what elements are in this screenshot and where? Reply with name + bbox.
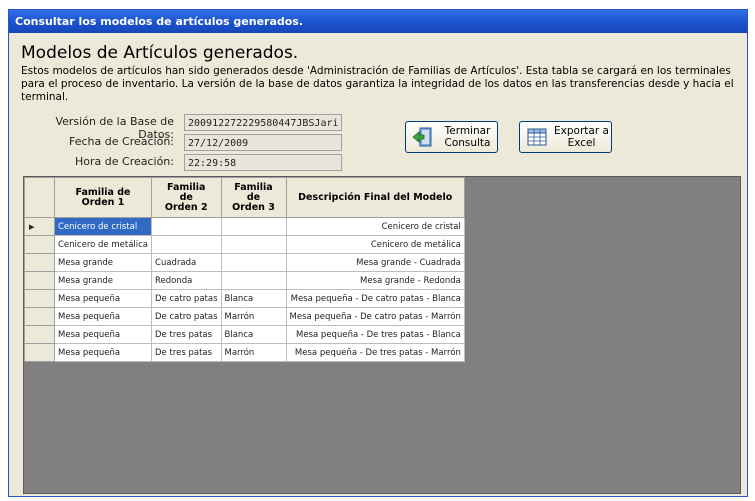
column-header-text: Orden 1 xyxy=(81,196,125,208)
window-titlebar[interactable]: Consultar los modelos de artículos gener… xyxy=(9,10,747,33)
table-cell[interactable]: Mesa pequeña xyxy=(53,325,153,344)
main-window: Consultar los modelos de artículos gener… xyxy=(8,9,748,497)
table-cell[interactable]: Blanca xyxy=(220,289,287,308)
row-header[interactable] xyxy=(24,307,55,326)
table-cell[interactable]: Cenicero de metálica xyxy=(285,235,465,254)
column-header-text: Familia de xyxy=(75,186,131,198)
table-cell[interactable]: Cenicero de metálica xyxy=(53,235,153,254)
exportar-label-line1: Exportar a xyxy=(554,125,609,137)
table-row[interactable]: Mesa grande Redonda Mesa grande - Redonda xyxy=(24,271,465,290)
row-header[interactable] xyxy=(24,271,55,290)
table-row[interactable]: ▶ Cenicero de cristal Cenicero de cristal xyxy=(24,217,465,236)
table-cell[interactable] xyxy=(151,235,222,254)
table-cell[interactable]: Mesa pequeña - De catro patas - Blanca xyxy=(285,289,465,308)
version-field[interactable]: 200912272229580447JBSJari xyxy=(184,114,342,131)
row-header[interactable] xyxy=(24,325,55,344)
exportar-excel-button[interactable]: Exportar a Excel xyxy=(519,121,612,153)
hora-label: Hora de Creación: xyxy=(75,155,174,168)
column-header-descripcion[interactable]: Descripción Final del Modelo xyxy=(285,177,465,218)
table-cell[interactable]: De tres patas xyxy=(151,343,222,362)
table-cell[interactable]: Cuadrada xyxy=(151,253,222,272)
table-cell[interactable]: De tres patas xyxy=(151,325,222,344)
row-header[interactable] xyxy=(24,235,55,254)
exportar-label-line2: Excel xyxy=(567,137,596,149)
table-cell[interactable]: Mesa pequeña - De catro patas - Marrón xyxy=(285,307,465,326)
table-cell[interactable]: Mesa grande xyxy=(53,253,153,272)
table-cell[interactable]: Mesa grande - Cuadrada xyxy=(285,253,465,272)
column-header-orden3[interactable]: Familia de Orden 3 xyxy=(220,177,287,218)
column-header-orden1[interactable]: Familia de Orden 1 xyxy=(53,177,153,218)
table-cell[interactable] xyxy=(220,217,287,236)
row-header[interactable] xyxy=(24,343,55,362)
table-row[interactable]: Cenicero de metálica Cenicero de metálica xyxy=(24,235,465,254)
fecha-label: Fecha de Creación: xyxy=(69,135,174,148)
row-header[interactable]: ▶ xyxy=(24,217,55,236)
table-cell[interactable]: Blanca xyxy=(220,325,287,344)
column-header-text: Orden 3 xyxy=(232,201,275,213)
table-cell[interactable]: Mesa grande - Redonda xyxy=(285,271,465,290)
current-row-indicator-icon: ▶ xyxy=(29,222,35,231)
hora-field[interactable]: 22:29:58 xyxy=(184,154,342,171)
table-cell[interactable] xyxy=(151,217,222,236)
column-header-text: de xyxy=(246,191,261,203)
table-cell[interactable]: De catro patas xyxy=(151,307,222,326)
row-header-corner xyxy=(24,177,55,218)
terminar-label-line1: Terminar xyxy=(444,125,491,137)
table-row[interactable]: Mesa pequeña De catro patas Marrón Mesa peq… xyxy=(24,307,465,326)
column-header-text: de xyxy=(179,191,193,203)
table-cell[interactable]: Mesa pequeña xyxy=(53,307,153,326)
table-cell[interactable]: Redonda xyxy=(151,271,222,290)
column-header-text: Familia xyxy=(167,181,206,193)
table-cell[interactable]: Cenicero de cristal xyxy=(285,217,465,236)
terminar-label-line2: Consulta xyxy=(444,137,491,149)
table-cell[interactable]: De catro patas xyxy=(151,289,222,308)
table-cell[interactable]: Cenicero de cristal xyxy=(53,217,153,236)
fecha-field[interactable]: 27/12/2009 xyxy=(184,134,342,151)
table-cell[interactable]: Marrón xyxy=(220,343,287,362)
column-header-text: Orden 2 xyxy=(164,201,208,213)
table-row[interactable]: Mesa grande Cuadrada Mesa grande - Cuadrad… xyxy=(24,253,465,272)
exit-door-icon xyxy=(412,127,432,147)
table-row[interactable]: Mesa pequeña De catro patas Blanca Mesa peq… xyxy=(24,289,465,308)
table-cell[interactable]: Mesa pequeña - De tres patas - Marrón xyxy=(285,343,465,362)
column-header-orden2[interactable]: Familia de Orden 2 xyxy=(151,177,222,218)
page-title: Modelos de Artículos generados. xyxy=(21,43,299,63)
table-cell[interactable]: Marrón xyxy=(220,307,287,326)
models-grid[interactable]: Familia de Orden 1 Familia de Orden 2 Fa… xyxy=(23,176,741,494)
table-cell[interactable]: Mesa pequeña xyxy=(53,343,153,362)
table-cell[interactable]: Mesa grande xyxy=(53,271,153,290)
column-header-text: Familia xyxy=(234,181,273,193)
spreadsheet-icon xyxy=(527,128,547,146)
models-table: Familia de Orden 1 Familia de Orden 2 Fa… xyxy=(24,177,465,362)
table-body: ▶ Cenicero de cristal Cenicero de cristal C… xyxy=(24,217,465,362)
table-cell[interactable] xyxy=(220,271,287,290)
table-row[interactable]: Mesa pequeña De tres patas Blanca Mesa pequ… xyxy=(24,325,465,344)
table-cell[interactable] xyxy=(220,253,287,272)
window-title: Consultar los modelos de artículos gener… xyxy=(15,15,304,28)
table-cell[interactable] xyxy=(220,235,287,254)
page-description: Estos modelos de artículos han sido gene… xyxy=(21,65,734,103)
row-header[interactable] xyxy=(24,253,55,272)
table-cell[interactable]: Mesa pequeña - De tres patas - Blanca xyxy=(285,325,465,344)
table-cell[interactable]: Mesa pequeña xyxy=(53,289,153,308)
terminar-consulta-button[interactable]: Terminar Consulta xyxy=(405,121,498,153)
column-header-text: Descripción Final del Modelo xyxy=(298,191,453,203)
row-header[interactable] xyxy=(24,289,55,308)
table-row[interactable]: Mesa pequeña De tres patas Marrón Mesa pequ… xyxy=(24,343,465,362)
